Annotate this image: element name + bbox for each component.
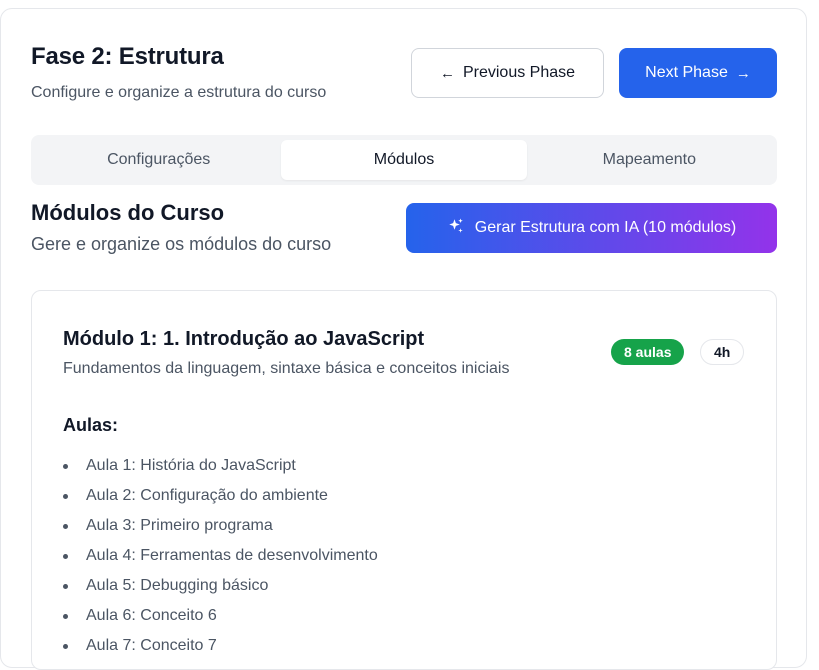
tab-configuracoes[interactable]: Configurações: [36, 140, 281, 180]
lesson-label: Aula 3: Primeiro programa: [86, 517, 273, 534]
bullet-icon: [63, 493, 68, 499]
arrow-right-icon: →: [735, 64, 751, 82]
tab-modulos[interactable]: Módulos: [281, 140, 527, 180]
generate-structure-ai-button[interactable]: Gerar Estrutura com IA (10 módulos): [406, 203, 777, 253]
section-title: Módulos do Curso: [31, 200, 225, 225]
bullet-icon: [63, 613, 68, 619]
page-title: Fase 2: Estrutura: [31, 43, 224, 70]
list-item: Aula 1: História do JavaScript: [63, 451, 378, 481]
lesson-label: Aula 5: Debugging básico: [86, 577, 269, 594]
lesson-label: Aula 2: Configuração do ambiente: [86, 487, 328, 504]
module-title: Módulo 1: 1. Introdução ao JavaScript: [63, 328, 425, 350]
lesson-label: Aula 7: Conceito 7: [86, 637, 217, 654]
previous-phase-button[interactable]: ← Previous Phase: [411, 48, 604, 98]
next-phase-label: Next Phase: [645, 64, 728, 81]
phase-card: Fase 2: Estrutura Configure e organize a…: [0, 8, 807, 670]
lesson-label: Aula 6: Conceito 6: [86, 607, 217, 624]
lesson-label: Aula 1: História do JavaScript: [86, 457, 296, 474]
bullet-icon: [63, 523, 68, 529]
list-item: Aula 2: Configuração do ambiente: [63, 481, 378, 511]
section-subtitle: Gere e organize os módulos do curso: [31, 234, 332, 254]
hours-badge: 4h: [700, 339, 745, 365]
bullet-icon: [63, 583, 68, 589]
sparkles-icon: [447, 217, 465, 240]
lesson-list: Aula 1: História do JavaScript Aula 2: C…: [63, 451, 378, 661]
list-item: Aula 5: Debugging básico: [63, 571, 378, 601]
phase-tabs: Configurações Módulos Mapeamento: [31, 135, 777, 185]
bullet-icon: [63, 553, 68, 559]
list-item: Aula 6: Conceito 6: [63, 601, 378, 631]
list-item: Aula 7: Conceito 7: [63, 631, 378, 661]
page-subtitle: Configure e organize a estrutura do curs…: [31, 84, 327, 101]
list-item: Aula 3: Primeiro programa: [63, 511, 378, 541]
list-item: Aula 4: Ferramentas de desenvolvimento: [63, 541, 378, 571]
bullet-icon: [63, 643, 68, 649]
next-phase-button[interactable]: Next Phase →: [619, 48, 777, 98]
module-description: Fundamentos da linguagem, sintaxe básica…: [63, 360, 510, 377]
lesson-label: Aula 4: Ferramentas de desenvolvimento: [86, 547, 378, 564]
generate-structure-label: Gerar Estrutura com IA (10 módulos): [474, 219, 737, 236]
lessons-heading: Aulas:: [63, 415, 119, 435]
module-card: Módulo 1: 1. Introdução ao JavaScript Fu…: [31, 290, 777, 670]
tab-mapeamento[interactable]: Mapeamento: [527, 140, 772, 180]
lessons-count-badge: 8 aulas: [611, 339, 685, 365]
previous-phase-label: Previous Phase: [462, 64, 576, 81]
arrow-left-icon: ←: [439, 64, 455, 82]
bullet-icon: [63, 463, 68, 469]
